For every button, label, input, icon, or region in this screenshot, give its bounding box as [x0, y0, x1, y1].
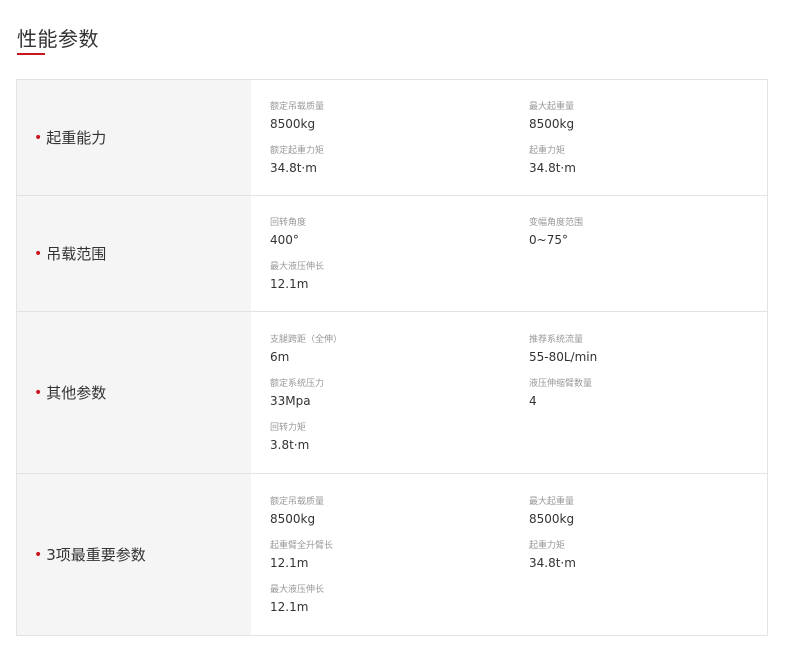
param: 支腿跨距（全伸） 6m	[270, 334, 529, 365]
page-title: 性能参数	[17, 27, 99, 51]
param-name: 起重力矩	[529, 146, 566, 156]
param-value: 34.8t·m	[529, 556, 576, 570]
param-name: 液压伸缩臂数量	[529, 379, 593, 389]
row-label: 3项最重要参数	[46, 546, 146, 564]
title-underline	[17, 53, 45, 55]
param-value: 12.1m	[270, 600, 309, 614]
param-name: 最大起重量	[529, 102, 575, 112]
param-value: 400°	[270, 233, 299, 247]
row-label: 起重能力	[46, 129, 107, 147]
row-params: 回转角度 400° 变幅角度范围 0~75° 最大液压伸长 12.1m	[251, 196, 767, 311]
param-value: 8500kg	[529, 117, 575, 131]
param-value: 8500kg	[270, 117, 316, 131]
param: 起重力矩 34.8t·m	[529, 540, 767, 571]
param: 额定吊载质量 8500kg	[270, 496, 529, 527]
row-params: 额定吊载质量 8500kg 最大起重量 8500kg 起重臂全升臂长 12.1m…	[251, 474, 767, 635]
param-value: 34.8t·m	[270, 161, 317, 175]
row-params: 额定吊载质量 8500kg 最大起重量 8500kg 额定起重力矩 34.8t·…	[251, 80, 767, 195]
param-name: 起重力矩	[529, 541, 566, 551]
param-name: 额定吊载质量	[270, 102, 325, 112]
spec-row: • 吊载范围 回转角度 400° 变幅角度范围 0~75° 最大液压伸长 12.…	[17, 195, 767, 311]
param-value: 33Mpa	[270, 394, 311, 408]
spec-row: • 其他参数 支腿跨距（全伸） 6m 推荐系统流量 55-80L/min 额定系…	[17, 311, 767, 473]
row-label-cell: • 其他参数	[17, 312, 251, 473]
param-name: 支腿跨距（全伸）	[270, 335, 343, 345]
param-value: 12.1m	[270, 556, 309, 570]
param: 最大起重量 8500kg	[529, 101, 767, 132]
row-label-cell: • 3项最重要参数	[17, 474, 251, 635]
param-value: 0~75°	[529, 233, 568, 247]
param-value: 8500kg	[529, 512, 575, 526]
param-value: 55-80L/min	[529, 350, 598, 364]
param: 液压伸缩臂数量 4	[529, 378, 767, 409]
bullet-icon: •	[34, 384, 43, 401]
param-name: 回转角度	[270, 218, 307, 228]
param: 回转角度 400°	[270, 217, 529, 248]
row-label-cell: • 吊载范围	[17, 196, 251, 311]
param: 额定起重力矩 34.8t·m	[270, 145, 529, 176]
param: 最大液压伸长 12.1m	[270, 584, 529, 615]
param: 起重臂全升臂长 12.1m	[270, 540, 529, 571]
param-name: 额定起重力矩	[270, 146, 325, 156]
param: 变幅角度范围 0~75°	[529, 217, 767, 248]
param: 回转力矩 3.8t·m	[270, 422, 529, 453]
param: 额定吊载质量 8500kg	[270, 101, 529, 132]
param-value: 12.1m	[270, 277, 309, 291]
param-value: 34.8t·m	[529, 161, 576, 175]
param-name: 最大液压伸长	[270, 585, 325, 595]
param: 起重力矩 34.8t·m	[529, 145, 767, 176]
param: 推荐系统流量 55-80L/min	[529, 334, 767, 365]
param-name: 最大液压伸长	[270, 262, 325, 272]
param-name: 回转力矩	[270, 423, 307, 433]
param-name: 起重臂全升臂长	[270, 541, 334, 551]
param: 最大起重量 8500kg	[529, 496, 767, 527]
bullet-icon: •	[34, 546, 43, 563]
param-value: 8500kg	[270, 512, 316, 526]
bullet-icon: •	[34, 245, 43, 262]
bullet-icon: •	[34, 129, 43, 146]
row-label-cell: • 起重能力	[17, 80, 251, 195]
param: 额定系统压力 33Mpa	[270, 378, 529, 409]
param-name: 额定系统压力	[270, 379, 325, 389]
param-value: 4	[529, 394, 537, 408]
row-params: 支腿跨距（全伸） 6m 推荐系统流量 55-80L/min 额定系统压力 33M…	[251, 312, 767, 473]
row-label: 其他参数	[46, 384, 107, 402]
param-value: 6m	[270, 350, 290, 364]
param-name: 变幅角度范围	[529, 218, 584, 228]
spec-row: • 起重能力 额定吊载质量 8500kg 最大起重量 8500kg 额定起重力矩…	[17, 80, 767, 195]
spec-table: • 起重能力 额定吊载质量 8500kg 最大起重量 8500kg 额定起重力矩…	[16, 79, 768, 636]
param-name: 推荐系统流量	[529, 335, 584, 345]
spec-row: • 3项最重要参数 额定吊载质量 8500kg 最大起重量 8500kg 起重臂…	[17, 473, 767, 635]
param-value: 3.8t·m	[270, 438, 310, 452]
param: 最大液压伸长 12.1m	[270, 261, 529, 292]
row-label: 吊载范围	[46, 245, 107, 263]
param-name: 最大起重量	[529, 497, 575, 507]
param-name: 额定吊载质量	[270, 497, 325, 507]
